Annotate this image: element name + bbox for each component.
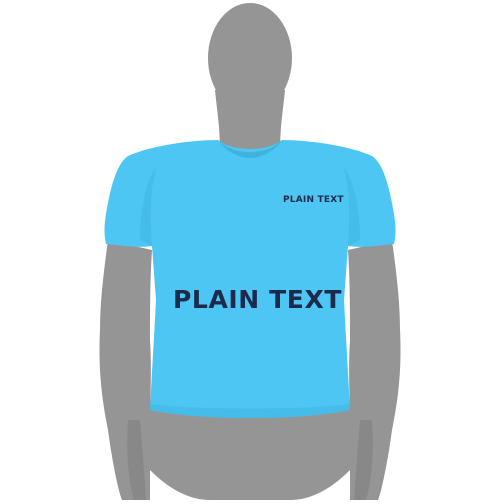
mannequin-left-arm [99,240,152,500]
mannequin-with-tshirt [99,3,401,500]
front-logo-print: PLAIN TEXT [173,285,342,314]
tshirt-mockup: PLAIN TEXT PLAIN TEXT [0,0,500,500]
mannequin-right-arm [348,240,401,500]
chest-logo-print: PLAIN TEXT [283,195,344,205]
